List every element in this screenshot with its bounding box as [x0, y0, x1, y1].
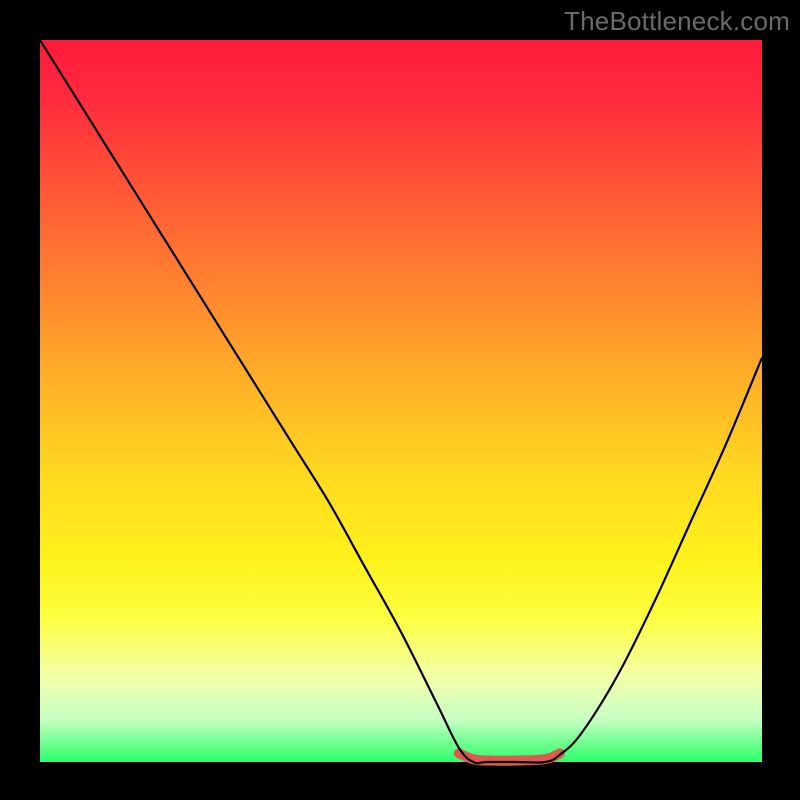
chart-frame: TheBottleneck.com: [0, 0, 800, 800]
bottleneck-curve: [40, 40, 762, 763]
watermark-text: TheBottleneck.com: [564, 6, 790, 37]
optimal-band: [459, 753, 560, 760]
chart-svg: [40, 40, 762, 762]
